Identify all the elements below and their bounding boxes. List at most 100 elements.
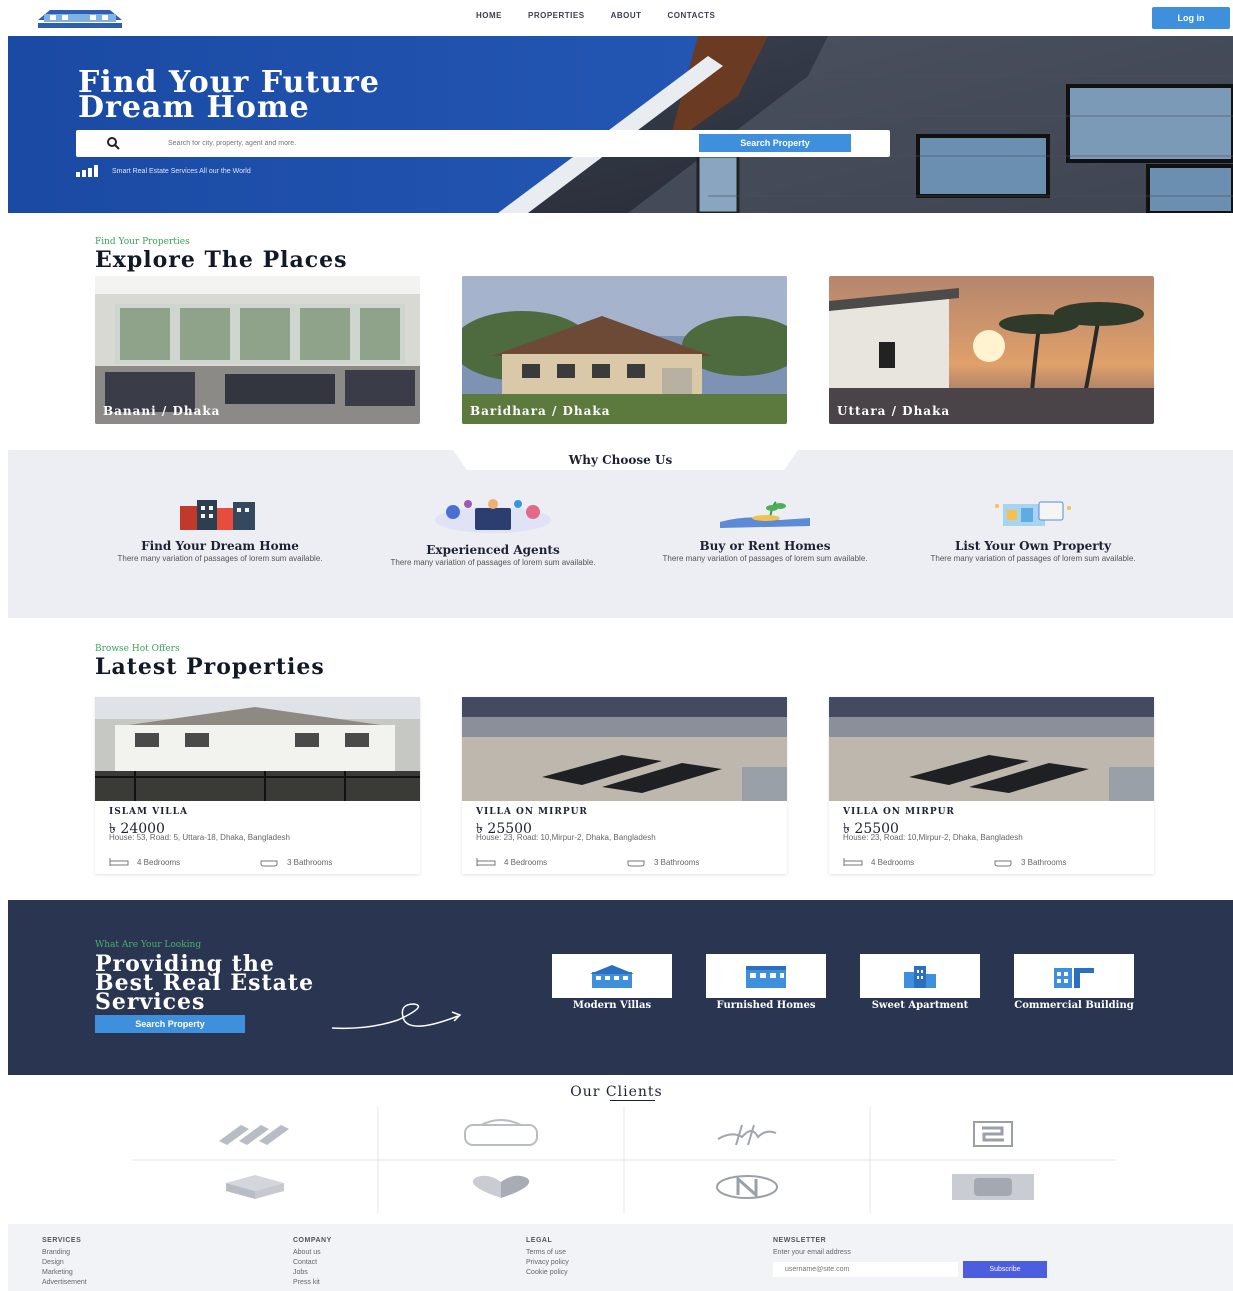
property-image-villa (95, 697, 420, 801)
property-card[interactable]: VILLA ON MIRPUR ৳ 25500 House: 23, Road:… (829, 697, 1154, 874)
place-label: Baridhara / Dhaka (470, 404, 611, 418)
client-logo (624, 1160, 870, 1213)
footer-newsletter-column: NEWSLETTER Enter your email address (773, 1237, 851, 1256)
feature-experienced-agents: Experienced Agents There many variation … (388, 498, 598, 567)
latest-title: Latest Properties (95, 654, 325, 680)
property-address: House: 53, Road: 5, Uttara-18, Dhaka, Ba… (109, 833, 290, 842)
nav-properties[interactable]: PROPERTIES (528, 11, 585, 20)
latest-kicker: Browse Hot Offers (95, 644, 180, 654)
apartment-icon (904, 966, 936, 988)
n-circle-logo-icon (716, 1174, 778, 1199)
nav-home[interactable]: HOME (476, 11, 502, 20)
footer-link[interactable]: About us (293, 1248, 332, 1258)
clients-title: Our Clients (570, 1084, 663, 1100)
badge-logo-icon (464, 1118, 538, 1146)
main-nav: HOME PROPERTIES ABOUT CONTACTS (476, 11, 715, 20)
blue-king-logo[interactable] (30, 4, 130, 31)
footer-link[interactable]: Press kit (293, 1278, 332, 1288)
footer-link[interactable]: Privacy policy (526, 1258, 569, 1268)
client-logo (132, 1107, 378, 1160)
heart-logo-icon (472, 1175, 530, 1198)
explore-heading: Find Your Properties Explore The Places (95, 237, 348, 273)
client-logo (378, 1160, 624, 1213)
newsletter-label: Enter your email address (773, 1249, 851, 1256)
subscribe-button[interactable]: Subscribe (963, 1261, 1047, 1278)
place-card-baridhara[interactable]: Baridhara / Dhaka (462, 276, 787, 424)
bathtub-icon (260, 860, 278, 867)
place-card-uttara[interactable]: Uttara / Dhaka (829, 276, 1154, 424)
property-name: VILLA ON MIRPUR (843, 807, 955, 817)
login-button[interactable]: Log in (1152, 7, 1230, 29)
property-name: ISLAM VILLA (109, 807, 188, 817)
site-footer: SERVICES Branding Design Marketing Adver… (8, 1224, 1233, 1291)
bathtub-icon (994, 860, 1012, 867)
footer-services-column: SERVICES Branding Design Marketing Adver… (42, 1237, 87, 1288)
footer-link[interactable]: Terms of use (526, 1248, 569, 1258)
property-bathrooms: 3 Bathrooms (259, 857, 332, 867)
services-kicker: What Are Your Looking (95, 940, 202, 950)
commercial-building-icon (1054, 968, 1094, 988)
feature-buy-rent-homes: Buy or Rent Homes There many variation o… (660, 498, 870, 563)
property-bedrooms: 4 Bedrooms (476, 857, 547, 867)
hero-tagline: Smart Real Estate Services All our the W… (76, 165, 251, 177)
service-modern-villas[interactable]: Modern Villas (552, 954, 672, 1011)
client-logo (378, 1107, 624, 1160)
agents-icon (435, 499, 551, 533)
hero-title: Find Your Future Dream Home (78, 65, 380, 125)
bathtub-icon (627, 860, 645, 867)
search-property-button[interactable]: Search Property (699, 134, 851, 152)
villa-icon (590, 965, 634, 988)
property-address: House: 23, Road: 10,Mirpur-2, Dhaka, Ban… (843, 833, 1023, 842)
property-card[interactable]: ISLAM VILLA ৳ 24000 House: 53, Road: 5, … (95, 697, 420, 874)
client-logo (870, 1160, 1116, 1213)
hero-search-input[interactable] (168, 135, 688, 152)
place-label: Uttara / Dhaka (837, 404, 951, 418)
place-image-beach-house (829, 276, 1154, 424)
services-search-property-button[interactable]: Search Property (95, 1015, 245, 1033)
furnished-home-icon (746, 966, 786, 988)
signature-logo-icon (717, 1124, 777, 1145)
client-logo (870, 1107, 1116, 1160)
footer-link[interactable]: Advertisement (42, 1278, 87, 1288)
footer-link[interactable]: Jobs (293, 1268, 332, 1278)
bar-chart-icon (76, 165, 98, 177)
footer-company-column: COMPANY About us Contact Jobs Press kit (293, 1237, 332, 1288)
service-furnished-homes[interactable]: Furnished Homes (706, 954, 826, 1011)
service-sweet-apartment[interactable]: Sweet Apartment (860, 954, 980, 1011)
bed-icon (109, 858, 129, 866)
latest-heading: Browse Hot Offers Latest Properties (95, 644, 325, 680)
place-card-banani[interactable]: Banani / Dhaka (95, 276, 420, 424)
footer-link[interactable]: Contact (293, 1258, 332, 1268)
place-image-house (462, 276, 787, 424)
feature-find-dream-home: Find Your Dream Home There many variatio… (115, 498, 325, 563)
newsletter-email-input[interactable] (773, 1262, 958, 1277)
footer-link[interactable]: Cookie policy (526, 1268, 569, 1278)
why-title: Why Choose Us (568, 453, 673, 467)
place-image-interior (95, 276, 420, 424)
footer-link[interactable]: Marketing (42, 1268, 87, 1278)
hero-banner: Find Your Future Dream Home Search Prope… (8, 36, 1233, 213)
property-bedrooms: 4 Bedrooms (109, 857, 180, 867)
explore-kicker: Find Your Properties (95, 237, 190, 247)
why-choose-us-section: Why Choose Us Find Your Dream Home There… (8, 450, 1233, 618)
services-title: Providing the Best Real Estate Services (95, 951, 315, 1015)
property-bedrooms: 4 Bedrooms (843, 857, 914, 867)
footer-link[interactable]: Branding (42, 1248, 87, 1258)
hero-search-bar: Search Property (76, 130, 890, 157)
buildings-icon (180, 500, 255, 530)
feature-list-property: List Your Own Property There many variat… (928, 498, 1138, 563)
footer-legal-column: LEGAL Terms of use Privacy policy Cookie… (526, 1237, 569, 1278)
ss-box-logo-icon (973, 1120, 1013, 1147)
property-card[interactable]: VILLA ON MIRPUR ৳ 25500 House: 23, Road:… (462, 697, 787, 874)
footer-link[interactable]: Design (42, 1258, 87, 1268)
hand-plant-icon (720, 501, 810, 528)
service-commercial-building[interactable]: Commercial Building (1014, 954, 1134, 1011)
bed-icon (476, 858, 496, 866)
nav-about[interactable]: ABOUT (611, 11, 642, 20)
nav-contacts[interactable]: CONTACTS (668, 11, 716, 20)
bed-icon (843, 858, 863, 866)
property-bathrooms: 3 Bathrooms (993, 857, 1066, 867)
property-address: House: 23, Road: 10,Mirpur-2, Dhaka, Ban… (476, 833, 656, 842)
clients-title-underline (610, 1100, 655, 1101)
services-section: What Are Your Looking Providing the Best… (8, 900, 1233, 1075)
